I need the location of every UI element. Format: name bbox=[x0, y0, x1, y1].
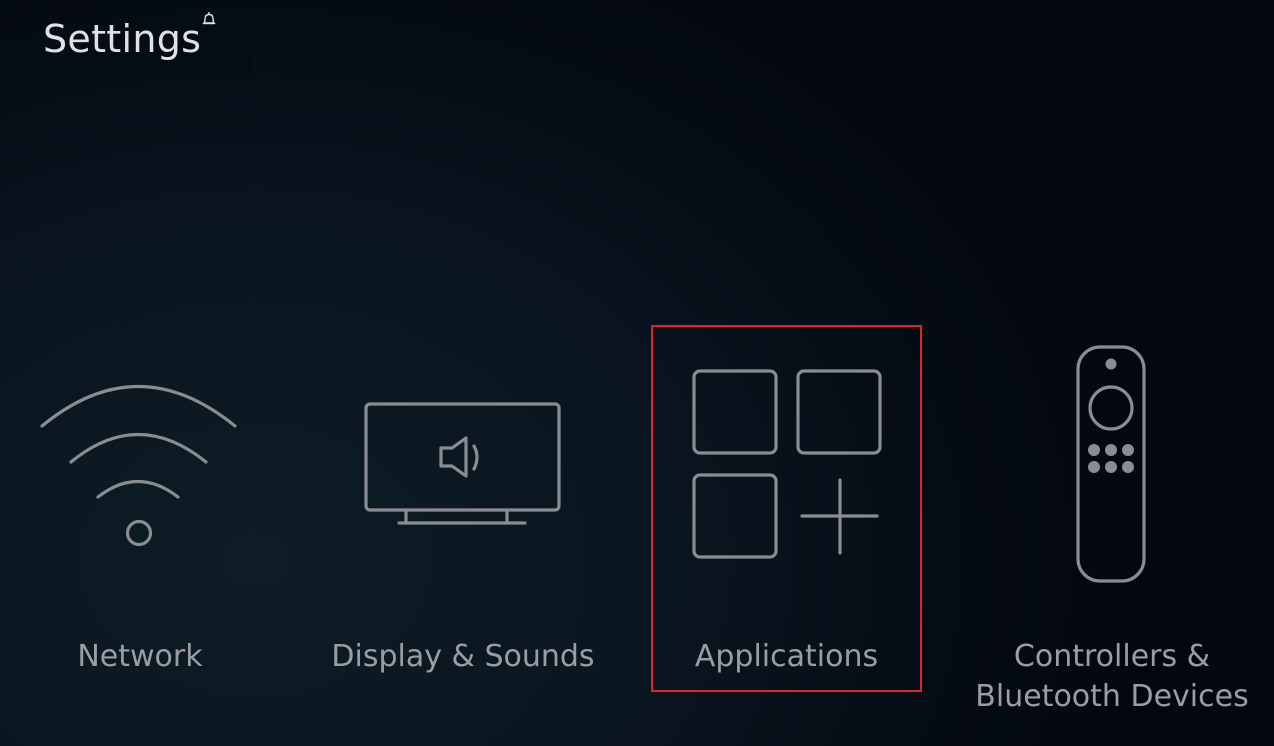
menu-item-label-line2: Bluetooth Devices bbox=[975, 679, 1249, 714]
menu-item-label: Controllers & Bluetooth Devices bbox=[960, 637, 1264, 717]
menu-item-label: Display & Sounds bbox=[331, 639, 595, 674]
wifi-icon bbox=[40, 384, 237, 547]
tv-speaker-icon bbox=[364, 402, 561, 525]
page-title: Settings bbox=[43, 17, 202, 61]
remote-control-icon bbox=[1076, 345, 1146, 583]
apps-grid-plus-icon bbox=[692, 369, 882, 559]
menu-item-label: Network bbox=[77, 639, 203, 674]
menu-item-label-line1: Controllers & bbox=[1013, 639, 1211, 674]
bell-icon[interactable] bbox=[200, 10, 218, 28]
menu-item-label: Applications bbox=[694, 639, 879, 674]
